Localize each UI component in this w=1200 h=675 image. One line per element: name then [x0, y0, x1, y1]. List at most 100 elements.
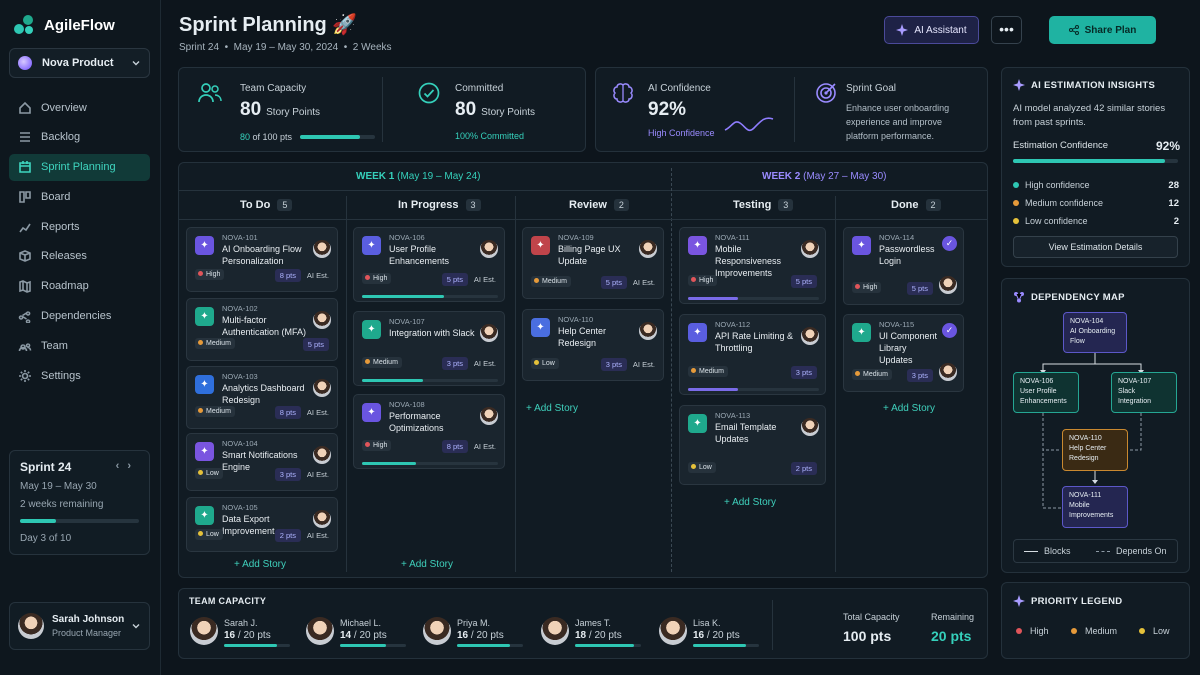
priority-badge: Medium [852, 369, 892, 380]
view-estimation-details-button[interactable]: View Estimation Details [1013, 236, 1178, 258]
story-type-icon: ✦ [362, 320, 381, 339]
member-name: Sarah J. [224, 618, 258, 628]
sidebar-item-releases[interactable]: Releases [9, 243, 150, 270]
story-title: Billing Page UX Update [558, 244, 621, 266]
ai-assistant-button[interactable]: AI Assistant [884, 16, 979, 44]
story-id: NOVA-111 [715, 233, 750, 242]
sprint-day: Day 3 of 10 [20, 533, 72, 544]
priority-legend-panel [1001, 582, 1190, 659]
story-type-icon: ✦ [195, 442, 214, 461]
assignee-avatar [313, 379, 331, 397]
box-icon [19, 250, 31, 263]
story-card-nova-107[interactable]: ✦ NOVA-107 Integration with Slack Medium 3 p… [353, 311, 505, 386]
confidence-label: High confidence [1025, 180, 1090, 190]
sparkle-icon [896, 24, 909, 36]
priority-badge: High [362, 273, 392, 284]
sidebar-item-reports[interactable]: Reports [9, 213, 150, 240]
share-plan-button[interactable]: Share Plan [1049, 16, 1156, 44]
story-points-badge: 8 pts [441, 440, 468, 453]
story-card-nova-108[interactable]: ✦ NOVA-108 Performance Optimizations High 8 … [353, 394, 505, 469]
avatar [423, 617, 451, 645]
ai-confidence-label: AI Confidence [648, 83, 711, 94]
priority-badge: High [195, 269, 225, 280]
story-card-nova-115[interactable]: ✦ NOVA-115 UI Component Library Updates ✓ Me… [843, 314, 964, 392]
confidence-count: 28 [1168, 180, 1179, 191]
story-title: Help Center Redesign [558, 326, 607, 348]
user-profile[interactable]: Sarah Johnson Product Manager [9, 602, 150, 650]
story-title: User Profile Enhancements [389, 244, 450, 266]
ai-estimate-label: AI Est. [473, 442, 496, 451]
assignee-avatar [939, 276, 957, 294]
assignee-avatar [480, 324, 498, 342]
sprint-card[interactable]: Sprint 24 ‹› May 19 – May 30 2 weeks rema… [9, 450, 150, 555]
sidebar-item-sprint-planning[interactable]: Sprint Planning [9, 153, 150, 181]
story-card-nova-103[interactable]: ✦ NOVA-103 Analytics Dashboard Redesign Med… [186, 366, 338, 429]
dep-node-nova-104[interactable]: NOVA-104 AI Onboarding Flow [1063, 312, 1127, 353]
product-selector[interactable]: Nova Product [9, 48, 150, 78]
story-points-badge: 3 pts [274, 468, 301, 481]
app-logo[interactable]: AgileFlow [12, 13, 115, 37]
trend-sparkline [724, 117, 774, 132]
home-icon [19, 101, 31, 114]
priority-dot [1071, 628, 1077, 634]
story-points-badge: 3 pts [600, 358, 627, 371]
story-points-badge: 5 pts [302, 338, 329, 351]
dep-node-nova-107[interactable]: NOVA-107 Slack Integration [1111, 372, 1177, 413]
sidebar-item-roadmap[interactable]: Roadmap [9, 273, 150, 300]
target-icon [816, 83, 836, 103]
story-points-badge: 8 pts [274, 269, 301, 282]
brain-icon [613, 83, 633, 103]
app-name: AgileFlow [44, 16, 115, 34]
story-card-nova-102[interactable]: ✦ NOVA-102 Multi-factor Authentication (MF… [186, 298, 338, 361]
story-type-icon: ✦ [531, 318, 550, 337]
sidebar-item-settings[interactable]: Settings [9, 362, 150, 389]
story-card-nova-105[interactable]: ✦ NOVA-105 Data Export Improvement Low 2 pts… [186, 497, 338, 552]
dep-node-nova-110[interactable]: NOVA-110 Help Center Redesign [1062, 429, 1128, 471]
committed-label: Committed [455, 83, 504, 94]
ai-insights-text: AI model analyzed 42 similar stories fro… [1013, 103, 1166, 128]
prev-sprint-icon[interactable]: ‹ [116, 460, 128, 472]
story-points-badge: 2 pts [790, 462, 817, 475]
assignee-avatar [480, 407, 498, 425]
sidebar-item-board[interactable]: Board [9, 183, 150, 210]
add-story-button[interactable]: + Add Story [724, 497, 776, 508]
capacity-progress-bar [300, 135, 375, 139]
story-card-nova-109[interactable]: ✦ NOVA-109 Billing Page UX Update Medium 5 p… [522, 227, 664, 299]
product-avatar [18, 56, 32, 70]
assignee-avatar [639, 240, 657, 258]
column-count-badge: 3 [465, 199, 481, 211]
story-points-badge: 5 pts [441, 273, 468, 286]
story-card-nova-112[interactable]: ✦ NOVA-112 API Rate Limiting & Throttling M… [679, 314, 826, 395]
story-card-nova-113[interactable]: ✦ NOVA-113 Email Template Updates Low 2 pts [679, 405, 826, 485]
column-header-testing: Testing 3 [733, 199, 794, 211]
story-points-badge: 5 pts [790, 275, 817, 288]
story-card-nova-110[interactable]: ✦ NOVA-110 Help Center Redesign Low 3 pts AI … [522, 309, 664, 381]
add-story-button[interactable]: + Add Story [526, 403, 578, 414]
story-card-nova-111[interactable]: ✦ NOVA-111 Mobile Responsiveness Improveme… [679, 227, 826, 304]
confidence-count: 12 [1168, 198, 1179, 209]
total-capacity-value: 100 pts [843, 628, 892, 644]
story-card-nova-114[interactable]: ✦ NOVA-114 Passwordless Login ✓ High 5 pts [843, 227, 964, 305]
story-type-icon: ✦ [195, 375, 214, 394]
sidebar-item-team[interactable]: Team [9, 332, 150, 359]
ai-estimate-label: AI Est. [306, 470, 329, 479]
story-card-nova-101[interactable]: ✦ NOVA-101 AI Onboarding Flow Personalizat… [186, 227, 338, 292]
more-button[interactable]: ••• [991, 16, 1022, 44]
logo-icon [14, 15, 33, 34]
story-title: UI Component Library Updates [879, 331, 938, 365]
sidebar-item-backlog[interactable]: Backlog [9, 124, 150, 151]
add-story-button[interactable]: + Add Story [234, 559, 286, 570]
story-card-nova-104[interactable]: ✦ NOVA-104 Smart Notifications Engine Low 3 … [186, 433, 338, 491]
add-story-button[interactable]: + Add Story [401, 559, 453, 570]
ai-confidence-note: High Confidence [648, 128, 715, 138]
sidebar-item-dependencies[interactable]: Dependencies [9, 303, 150, 330]
dep-node-nova-111[interactable]: NOVA-111 Mobile Improvements [1062, 486, 1128, 528]
confidence-dot [1013, 200, 1019, 206]
chevron-down-icon [132, 61, 140, 66]
next-sprint-icon[interactable]: › [127, 460, 139, 472]
priority-badge: High [688, 275, 718, 286]
dep-node-nova-106[interactable]: NOVA-106 User Profile Enhancements [1013, 372, 1079, 413]
add-story-button[interactable]: + Add Story [883, 403, 935, 414]
sidebar-item-overview[interactable]: Overview [9, 94, 150, 121]
story-card-nova-106[interactable]: ✦ NOVA-106 User Profile Enhancements High 5 … [353, 227, 505, 302]
